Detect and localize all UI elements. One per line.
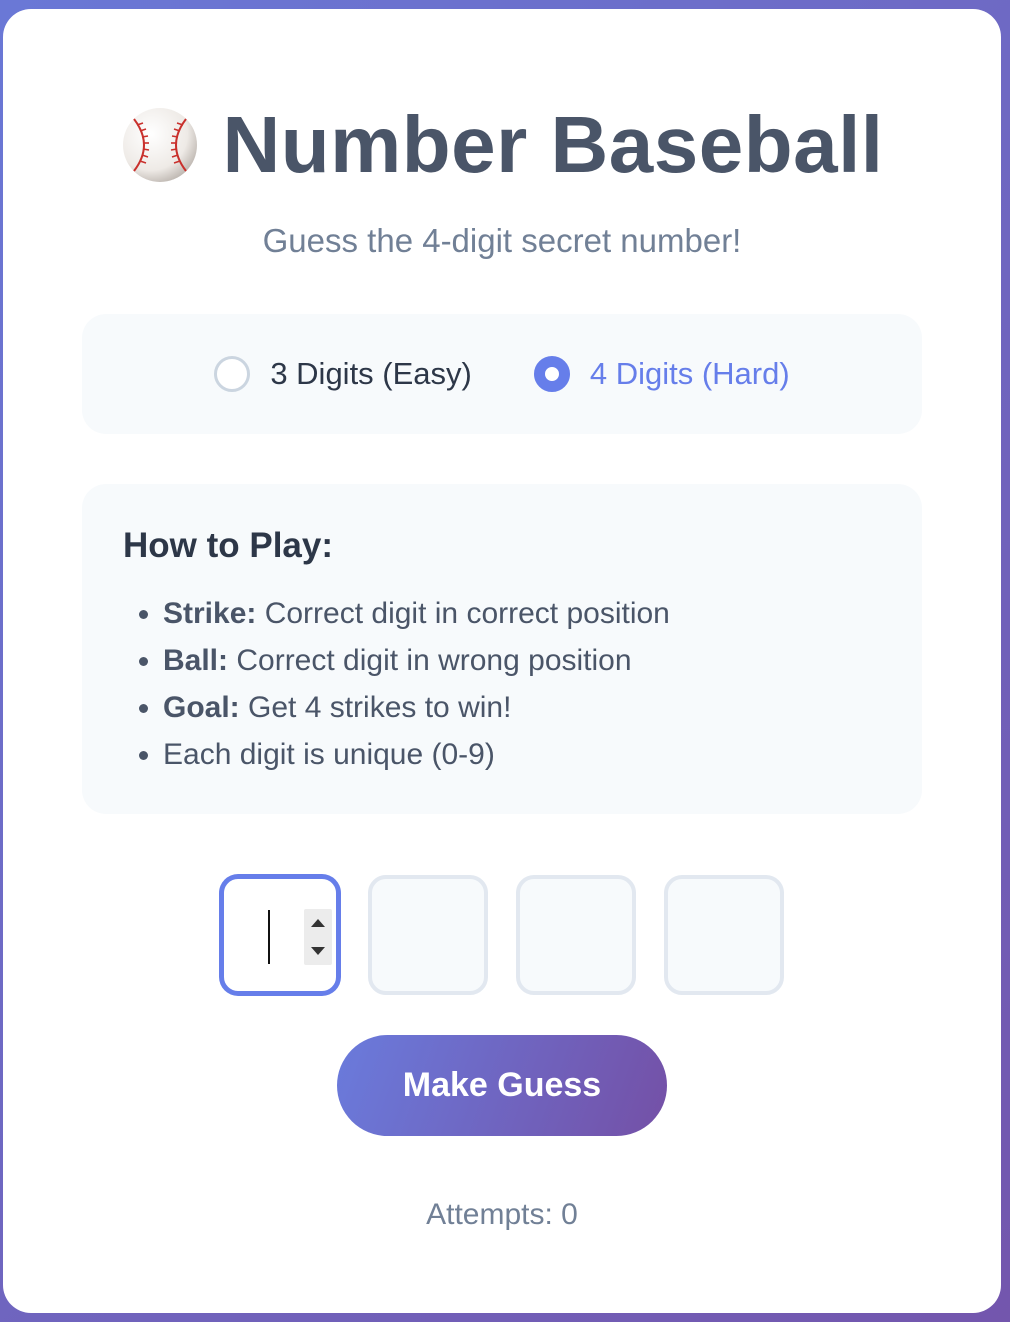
rule-goal: Goal: Get 4 strikes to win! [163,684,882,731]
page-subtitle: Guess the 4-digit secret number! [262,222,742,259]
rule-unique: Each digit is unique (0-9) [163,731,882,778]
rule-text: Each digit is unique (0-9) [163,738,495,771]
rule-ball: Ball: Correct digit in wrong position [163,637,882,684]
radio-3-digits[interactable]: 3 Digits (Easy) [214,356,472,392]
rule-text: Correct digit in wrong position [228,644,632,677]
title-row: Number Baseball [3,105,1001,185]
make-guess-button[interactable]: Make Guess [337,1035,667,1136]
digit-input-1[interactable] [220,875,340,995]
digit-input-4[interactable] [664,875,784,995]
text-caret [268,910,270,964]
rule-text: Get 4 strikes to win! [239,691,512,724]
game-card: Number Baseball Guess the 4-digit secret… [3,9,1001,1313]
rule-text: Correct digit in correct position [256,597,670,630]
radio-3-digits-circle[interactable] [214,356,251,392]
baseball-icon [123,108,198,182]
number-stepper[interactable] [304,909,332,965]
digit-input-2[interactable] [368,875,488,995]
digit-inputs [3,875,1001,995]
attempts-counter: Attempts: 0 [426,1198,578,1231]
radio-4-digits-circle[interactable] [533,356,570,392]
radio-4-digits[interactable]: 4 Digits (Hard) [533,356,790,392]
difficulty-selector: 3 Digits (Easy) 4 Digits (Hard) [82,314,922,434]
rule-term: Goal: [163,691,240,724]
digit-input-3[interactable] [516,875,636,995]
stepper-up-icon[interactable] [311,919,325,927]
rule-term: Ball: [163,644,229,677]
radio-4-digits-label: 4 Digits (Hard) [589,356,790,391]
page-title: Number Baseball [222,100,884,189]
rules-list: Strike: Correct digit in correct positio… [123,590,882,778]
rule-term: Strike: [163,597,257,630]
stepper-down-icon[interactable] [311,947,325,955]
how-to-play-title: How to Play: [123,526,334,565]
how-to-play-panel: How to Play: Strike: Correct digit in co… [82,484,922,814]
rule-strike: Strike: Correct digit in correct positio… [163,590,882,637]
radio-3-digits-label: 3 Digits (Easy) [270,356,472,391]
